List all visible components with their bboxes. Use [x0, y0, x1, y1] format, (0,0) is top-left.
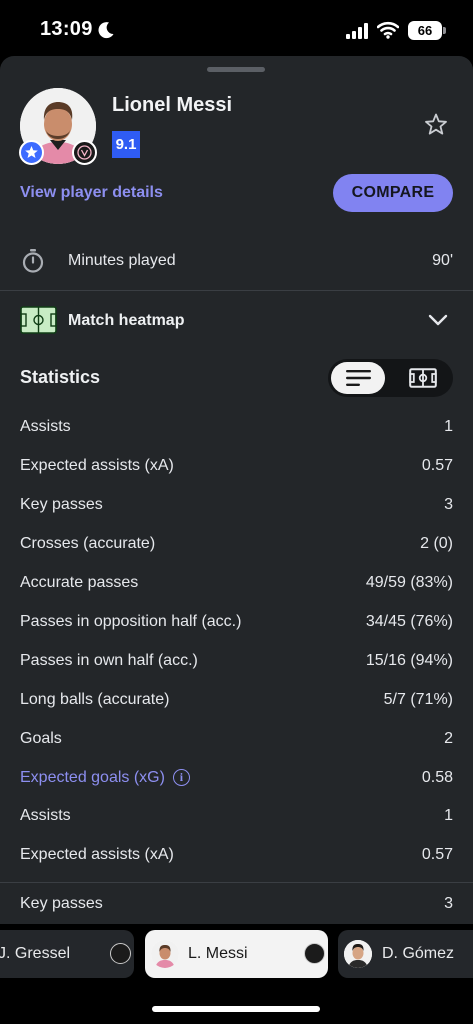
- stat-row: Expected assists (xA) 0.57: [20, 454, 453, 478]
- stat-row: Expected assists (xA) 0.57: [20, 843, 453, 867]
- stat-row: Long balls (accurate) 5/7 (71%): [20, 688, 453, 712]
- stat-row: Passes in own half (acc.) 15/16 (94%): [20, 649, 453, 673]
- player-sheet: Lionel Messi 9.1 View player details COM…: [0, 56, 473, 924]
- stat-value: 0.57: [421, 457, 453, 474]
- stat-row: Goals 2: [20, 727, 453, 751]
- list-view-icon: [346, 370, 371, 386]
- player-chip-name: J. Gressel: [0, 945, 71, 962]
- minutes-played-label: Minutes played: [68, 252, 176, 269]
- stat-label: Assists: [20, 418, 71, 435]
- stat-row: Assists 1: [20, 415, 453, 439]
- player-chip-name: D. Gómez: [382, 945, 455, 962]
- divider: [0, 882, 473, 883]
- club-crest-icon: [72, 140, 97, 165]
- battery-indicator: 66: [408, 21, 442, 40]
- stat-value: 0.57: [421, 846, 453, 863]
- stat-value: 1: [444, 807, 453, 824]
- stat-row: Crosses (accurate) 2 (0): [20, 532, 453, 556]
- stat-label-text: Expected goals (xG): [20, 769, 165, 786]
- player-chip-messi[interactable]: L. Messi: [145, 930, 328, 978]
- signal-icon: [346, 23, 368, 39]
- moon-icon: [98, 22, 114, 39]
- list-view-button[interactable]: [331, 362, 385, 394]
- stat-value: 34/45 (76%): [365, 613, 453, 630]
- stat-label: Goals: [20, 730, 62, 747]
- stat-value: 2 (0): [420, 535, 453, 552]
- player-chip-gressel[interactable]: J. Gressel: [0, 930, 134, 978]
- stat-value: 49/59 (83%): [365, 574, 453, 591]
- stat-label: Crosses (accurate): [20, 535, 156, 552]
- player-chip-name: L. Messi: [188, 945, 248, 962]
- stat-row: Key passes 3: [20, 892, 453, 916]
- badge-star-icon: [25, 146, 38, 158]
- stat-label: Expected assists (xA): [20, 846, 174, 863]
- favorite-star-icon[interactable]: [423, 112, 449, 138]
- pitch-view-icon[interactable]: [409, 368, 437, 388]
- chevron-down-icon[interactable]: [427, 313, 449, 327]
- stat-label: Accurate passes: [20, 574, 139, 591]
- compare-button[interactable]: COMPARE: [333, 174, 453, 212]
- club-crest-icon: [304, 943, 325, 964]
- stat-row: Assists 1: [20, 804, 453, 828]
- player-name: Lionel Messi: [112, 94, 233, 116]
- stat-label: Passes in own half (acc.): [20, 652, 198, 669]
- stat-value: 5/7 (71%): [383, 691, 453, 708]
- stat-value: 2: [444, 730, 453, 747]
- divider: [0, 290, 473, 291]
- match-heatmap-label[interactable]: Match heatmap: [68, 310, 184, 332]
- player-avatar-mini: [151, 940, 179, 968]
- status-bar: 13:09 66: [0, 0, 473, 60]
- stat-label: Assists: [20, 807, 71, 824]
- status-time: 13:09: [40, 18, 93, 40]
- stat-value: 0.58: [421, 769, 453, 786]
- stat-label: Long balls (accurate): [20, 691, 170, 708]
- stat-label-link[interactable]: Expected goals (xG) i: [20, 766, 190, 790]
- stat-row: Passes in opposition half (acc.) 34/45 (…: [20, 610, 453, 634]
- statistics-title: Statistics: [20, 367, 101, 387]
- player-chip-gomez[interactable]: D. Gómez: [338, 930, 473, 978]
- rating-badge: 9.1: [112, 131, 140, 158]
- stat-value: 1: [444, 418, 453, 435]
- stat-value: 3: [444, 496, 453, 513]
- stat-row: Accurate passes 49/59 (83%): [20, 571, 453, 595]
- stat-label: Passes in opposition half (acc.): [20, 613, 242, 630]
- stat-row-expected-goals[interactable]: Expected goals (xG) i 0.58: [20, 766, 453, 790]
- stopwatch-icon: [22, 249, 44, 273]
- pitch-icon: [20, 306, 57, 334]
- view-player-details-link[interactable]: View player details: [20, 184, 163, 202]
- wifi-icon: [377, 21, 399, 39]
- battery-tip: [443, 27, 446, 34]
- player-avatar-mini: [344, 940, 372, 968]
- minutes-played-value: 90': [432, 252, 453, 269]
- stat-value: 15/16 (94%): [365, 652, 453, 669]
- stat-row: Key passes 3: [20, 493, 453, 517]
- stat-label: Expected assists (xA): [20, 457, 174, 474]
- info-icon[interactable]: i: [172, 769, 190, 786]
- top-player-badge: [19, 140, 44, 165]
- stat-label: Key passes: [20, 895, 103, 912]
- home-indicator: [152, 1006, 320, 1012]
- stat-label: Key passes: [20, 496, 103, 513]
- stat-value: 3: [444, 895, 453, 912]
- club-crest-icon: [110, 943, 131, 964]
- sheet-grabber[interactable]: [207, 67, 265, 72]
